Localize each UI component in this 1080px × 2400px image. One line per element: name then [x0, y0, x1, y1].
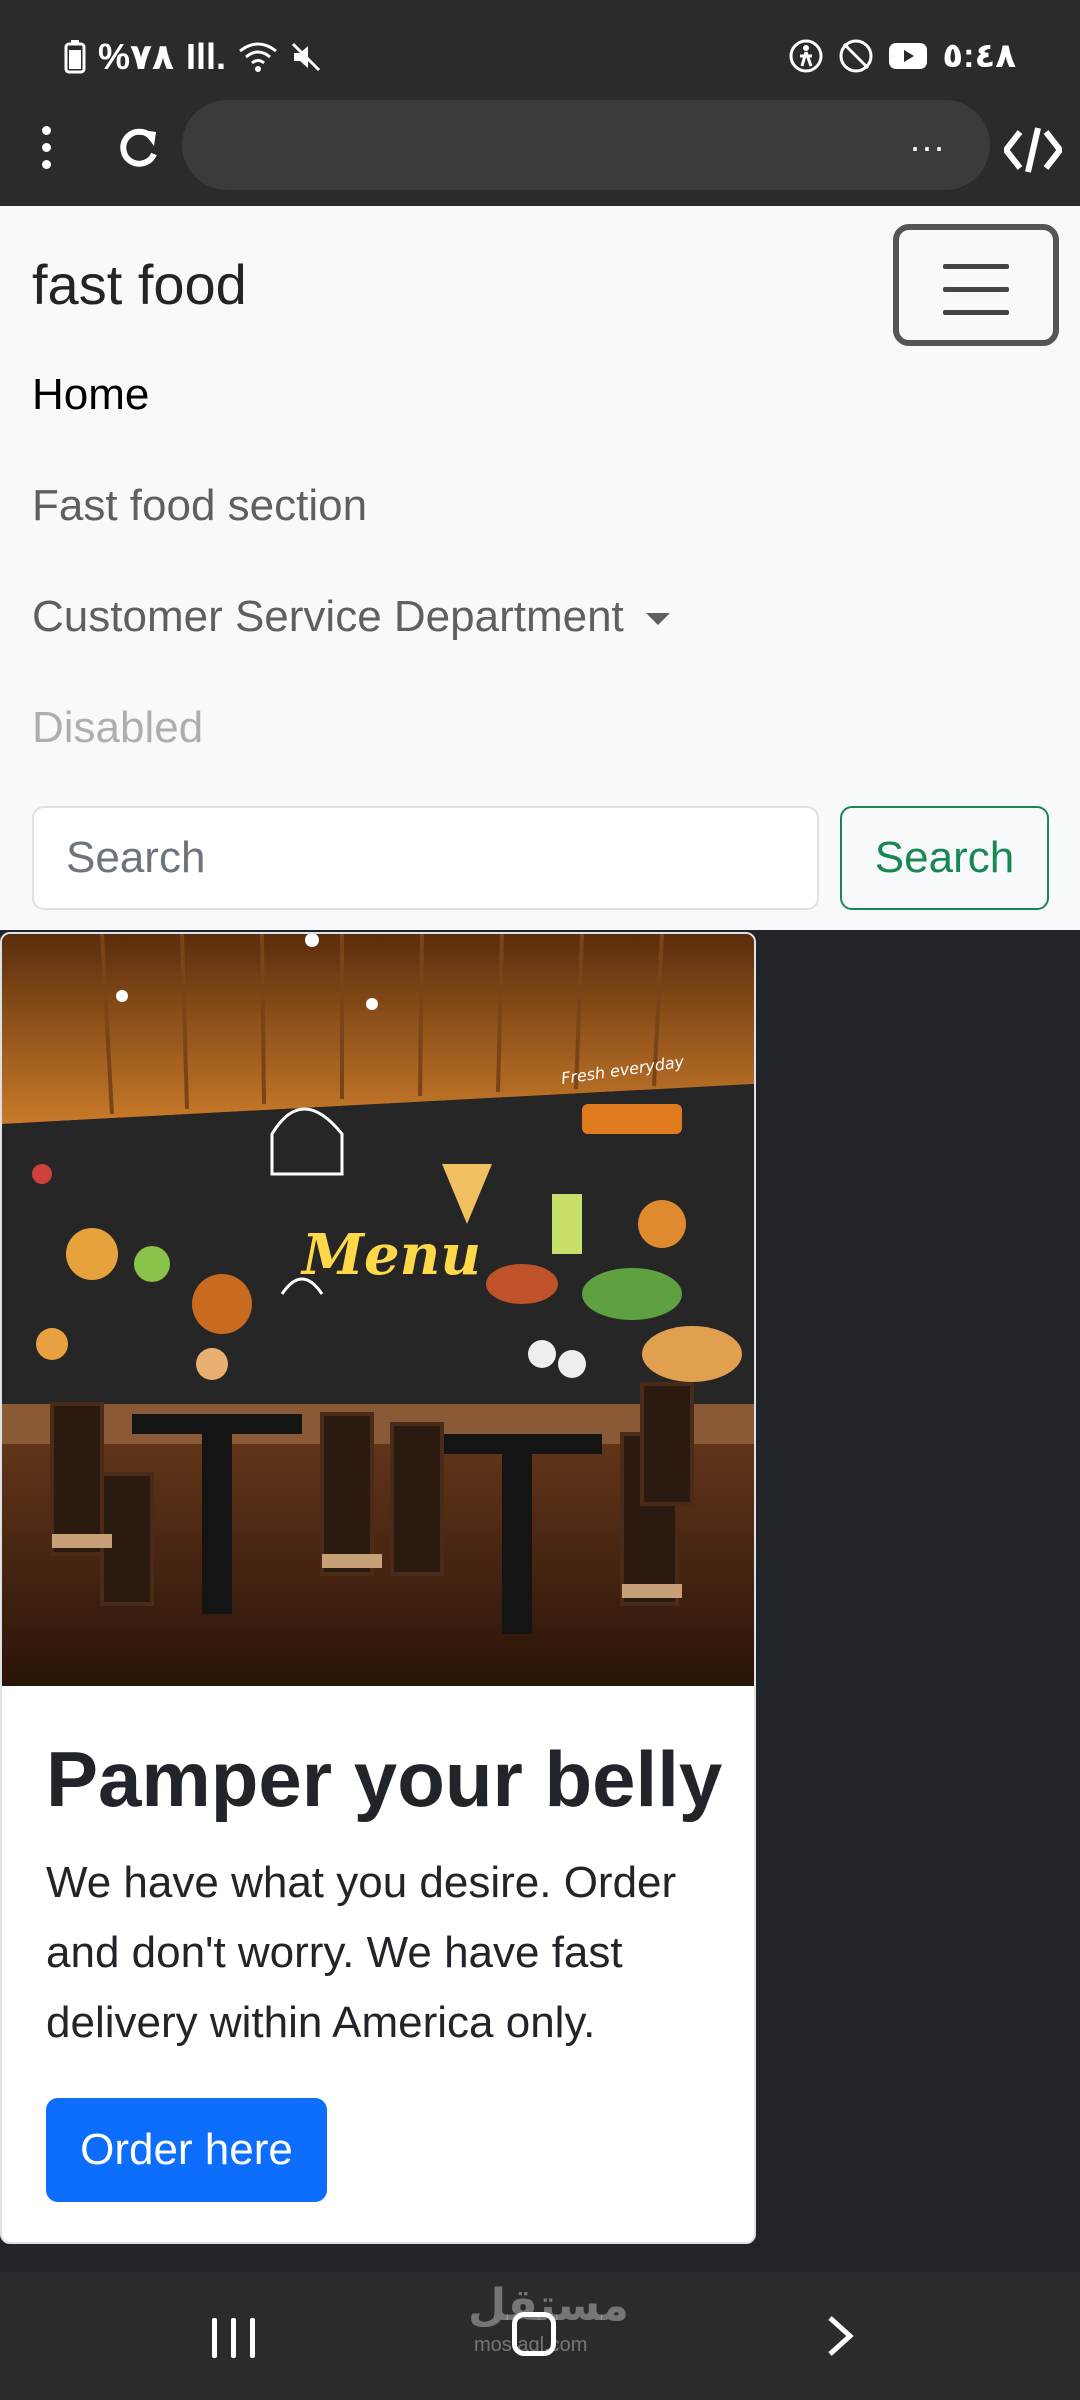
browser-toolbar: ...	[0, 96, 1080, 206]
search-button[interactable]: Search	[840, 806, 1049, 910]
battery-icon	[64, 40, 86, 74]
reload-icon[interactable]	[112, 124, 164, 176]
restaurant-menu-image: Menu Fresh everyday	[2, 934, 754, 1686]
nav-dropdown-label: Customer Service Department	[32, 592, 624, 641]
nav-link-fast-food[interactable]: Fast food section	[32, 481, 367, 531]
navbar-brand[interactable]: fast food	[32, 252, 247, 317]
accessibility-icon	[788, 38, 824, 74]
card-text: We have what you desire. Order and don't…	[46, 1858, 677, 2047]
home-icon[interactable]	[512, 2312, 556, 2356]
search-input[interactable]: Search	[32, 806, 819, 910]
signal-strength: Ill.	[185, 36, 226, 77]
wifi-icon	[238, 41, 278, 73]
recent-apps-icon[interactable]	[212, 2318, 255, 2358]
clock: ٥:٤٨	[942, 37, 1016, 75]
navbar-toggler-button[interactable]	[893, 224, 1059, 346]
no-sync-icon	[838, 38, 874, 74]
navbar: fast food Home Fast food section Custome…	[0, 206, 1080, 930]
mute-icon	[290, 41, 322, 73]
address-bar[interactable]: ...	[182, 100, 990, 190]
youtube-icon	[888, 41, 928, 71]
status-left: %٧٨ Ill.	[64, 36, 322, 78]
url-more-button[interactable]: ...	[910, 118, 946, 160]
hamburger-icon	[943, 264, 1009, 333]
system-nav-bar: مستقل mostaql.com	[0, 2272, 1080, 2400]
caret-down-icon	[645, 613, 670, 626]
code-icon[interactable]	[1002, 124, 1064, 176]
nav-link-home[interactable]: Home	[32, 370, 149, 420]
card-title: Pamper your belly	[46, 1735, 723, 1823]
nav-link-disabled: Disabled	[32, 703, 204, 752]
nav-dropdown-customer-service[interactable]: Customer Service Department	[32, 592, 670, 642]
card: Menu Fresh everyday Pamper your belly We…	[0, 932, 756, 2244]
status-right: ٥:٤٨	[788, 36, 1016, 76]
menu-dots-icon[interactable]	[36, 126, 56, 176]
battery-percent: %٧٨	[98, 36, 174, 77]
order-here-button[interactable]: Order here	[46, 2098, 327, 2202]
status-bar: %٧٨ Ill. ٥:٤٨	[0, 0, 1080, 96]
image-menu-text: Menu	[300, 1222, 481, 1288]
back-icon[interactable]	[820, 2314, 860, 2358]
